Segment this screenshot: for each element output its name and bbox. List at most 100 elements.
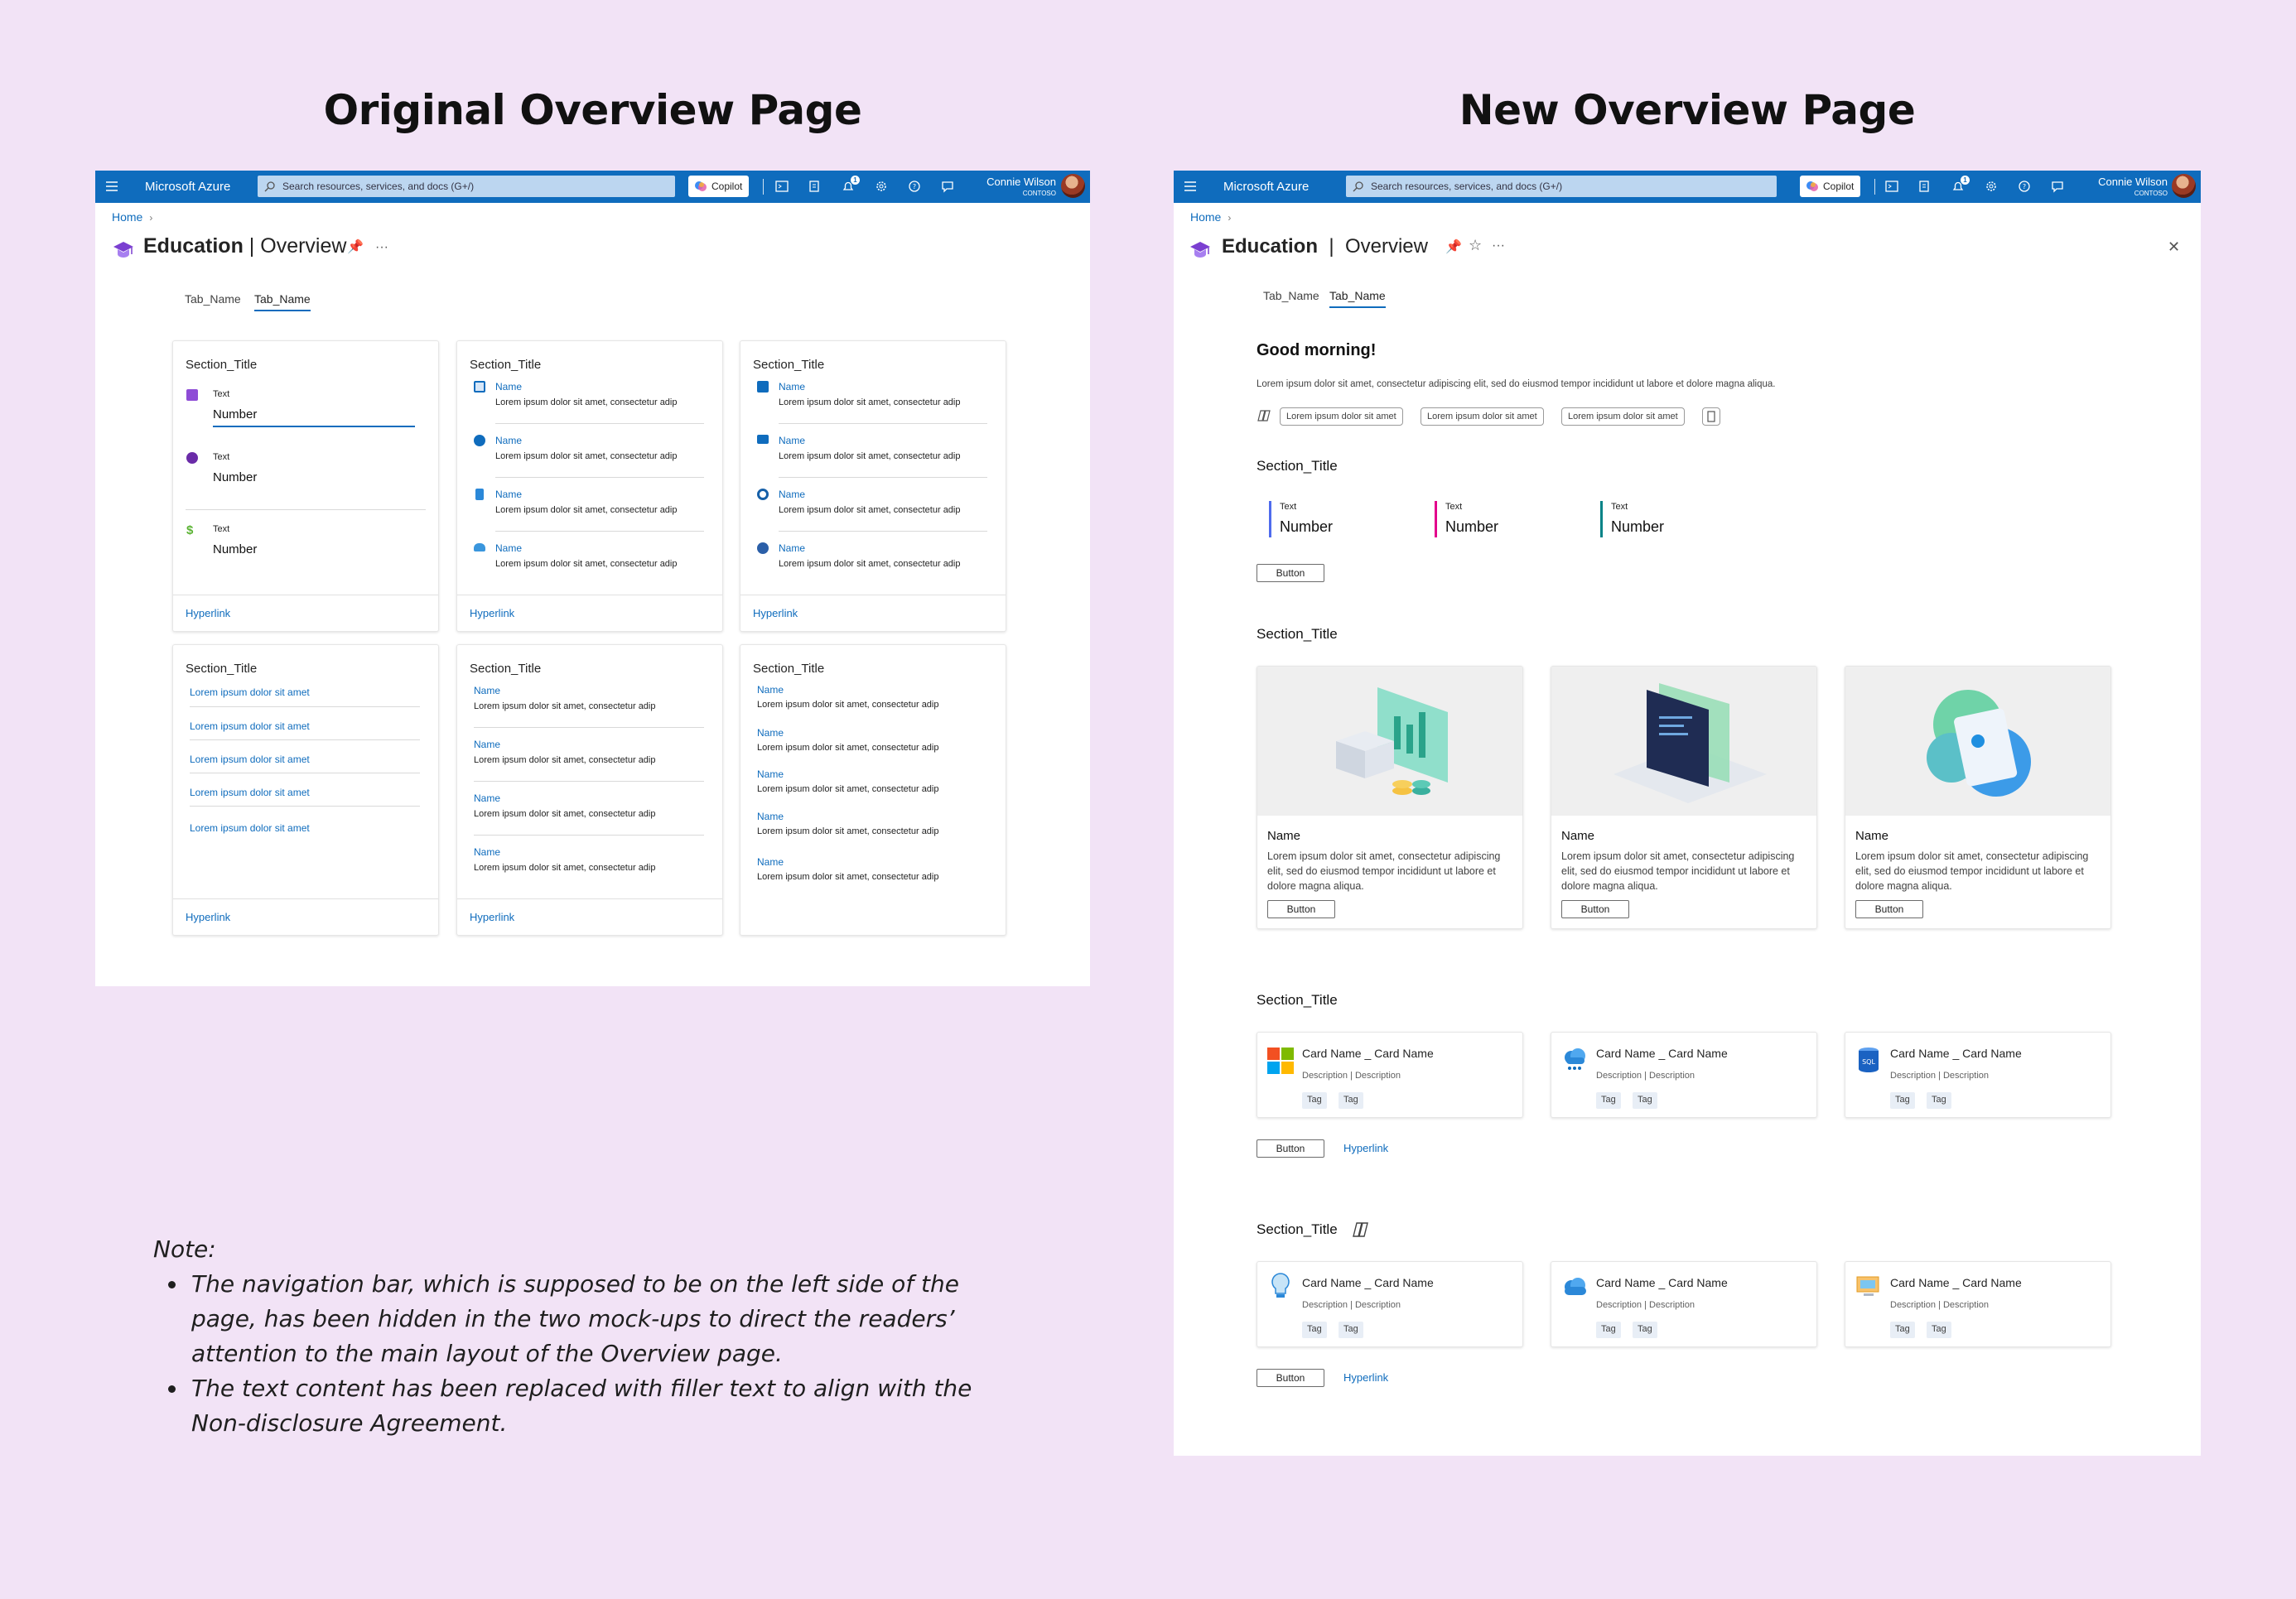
cloud-icon <box>1565 1278 1586 1295</box>
lorem-link[interactable]: Lorem ipsum dolor sit amet <box>190 787 310 798</box>
breadcrumb[interactable]: Home › <box>112 210 152 224</box>
help-icon[interactable]: ? <box>907 179 922 194</box>
item-name[interactable]: Name <box>779 381 805 393</box>
notification-badge: 1 <box>1961 176 1970 185</box>
card-hyperlink[interactable]: Hyperlink <box>753 607 798 619</box>
card-hyperlink[interactable]: Hyperlink <box>186 911 230 923</box>
divider <box>190 739 420 740</box>
star-icon[interactable]: ☆ <box>1469 237 1482 254</box>
tag: Tag <box>1302 1322 1327 1338</box>
card-name: Name <box>1855 829 1889 843</box>
tag: Tag <box>1596 1092 1621 1109</box>
card-button[interactable]: Button <box>1267 900 1335 918</box>
item-name[interactable]: Name <box>474 685 500 696</box>
prompt-chip[interactable]: Lorem ipsum dolor sit amet <box>1421 407 1544 426</box>
list-card: Section_Title Name Lorem ipsum dolor sit… <box>456 644 723 936</box>
purple-icon <box>186 389 198 401</box>
tab-1[interactable]: Tab_Name <box>1263 289 1319 302</box>
tab-1[interactable]: Tab_Name <box>185 292 241 306</box>
avatar[interactable] <box>1061 174 1085 198</box>
lorem-link[interactable]: Lorem ipsum dolor sit amet <box>190 822 310 834</box>
resource-card[interactable]: Card Name _ Card Name Description | Desc… <box>1551 1261 1817 1347</box>
section-hyperlink[interactable]: Hyperlink <box>1343 1371 1388 1384</box>
search-box[interactable]: Search resources, services, and docs (G+… <box>258 176 675 197</box>
more-icon[interactable]: ··· <box>1492 238 1505 253</box>
menu-icon[interactable] <box>1184 180 1197 193</box>
section-hyperlink[interactable]: Hyperlink <box>1343 1142 1388 1154</box>
copilot-outline-icon <box>1257 410 1271 421</box>
notifications-button[interactable]: 1 <box>1951 176 1970 194</box>
more-icon[interactable]: ··· <box>375 240 388 255</box>
card-hyperlink[interactable]: Hyperlink <box>470 607 514 619</box>
item-name[interactable]: Name <box>474 739 500 750</box>
help-icon[interactable]: ? <box>2017 179 2032 194</box>
original-heading: Original Overview Page <box>323 86 862 134</box>
item-name[interactable]: Name <box>474 846 500 858</box>
copilot-button[interactable]: Copilot <box>688 176 750 197</box>
item-name[interactable]: Name <box>757 856 784 868</box>
breadcrumb-home[interactable]: Home <box>1190 210 1221 224</box>
tab-2[interactable]: Tab_Name <box>1329 289 1386 308</box>
card-button[interactable]: Button <box>1855 900 1923 918</box>
search-box[interactable]: Search resources, services, and docs (G+… <box>1346 176 1777 197</box>
svg-text:SQL: SQL <box>1862 1058 1875 1066</box>
section-button[interactable]: Button <box>1257 1139 1324 1158</box>
item-name[interactable]: Name <box>495 435 522 446</box>
directory-icon[interactable] <box>1917 179 1932 194</box>
gear-icon[interactable] <box>1984 179 1999 194</box>
cloud-shell-icon[interactable] <box>1884 179 1899 194</box>
item-name[interactable]: Name <box>779 435 805 446</box>
resource-card[interactable]: Card Name _ Card Name Description | Desc… <box>1845 1261 2111 1347</box>
user-name[interactable]: Connie Wilson <box>957 176 1056 188</box>
item-name[interactable]: Name <box>474 792 500 804</box>
cloud-shell-icon[interactable] <box>774 179 789 194</box>
lorem-link[interactable]: Lorem ipsum dolor sit amet <box>190 754 310 765</box>
item-name[interactable]: Name <box>495 489 522 500</box>
section-title: Section_Title <box>1257 458 1338 474</box>
pin-icon[interactable]: 📌 <box>1445 238 1462 255</box>
copilot-button[interactable]: Copilot <box>1800 176 1861 197</box>
pin-icon[interactable]: 📌 <box>347 238 364 255</box>
lorem-link[interactable]: Lorem ipsum dolor sit amet <box>190 720 310 732</box>
feedback-icon[interactable] <box>940 179 955 194</box>
sql-icon: SQL <box>1859 1048 1879 1072</box>
menu-icon[interactable] <box>105 180 118 193</box>
resource-card[interactable]: Card Name _ Card Name Description | Desc… <box>1257 1261 1523 1347</box>
item-name[interactable]: Name <box>495 542 522 554</box>
brand-label[interactable]: Microsoft Azure <box>1223 180 1309 194</box>
education-icon <box>1190 242 1210 258</box>
more-prompts-button[interactable] <box>1702 407 1720 426</box>
metrics-button[interactable]: Button <box>1257 564 1324 582</box>
divider <box>495 423 704 424</box>
metrics-card: Section_Title Text Number Text Number $ … <box>172 340 439 632</box>
item-name[interactable]: Name <box>779 489 805 500</box>
directory-icon[interactable] <box>808 179 822 194</box>
user-name[interactable]: Connie Wilson <box>2068 176 2168 188</box>
section-button[interactable]: Button <box>1257 1369 1324 1387</box>
item-name[interactable]: Name <box>495 381 522 393</box>
resource-card[interactable]: Card Name _ Card Name Description | Desc… <box>1257 1032 1523 1118</box>
item-name[interactable]: Name <box>757 727 784 739</box>
item-name[interactable]: Name <box>757 811 784 822</box>
svg-text:?: ? <box>2023 183 2026 190</box>
gear-icon[interactable] <box>874 179 889 194</box>
lorem-link[interactable]: Lorem ipsum dolor sit amet <box>190 686 310 698</box>
tab-2[interactable]: Tab_Name <box>254 292 311 311</box>
item-name[interactable]: Name <box>757 684 784 696</box>
card-hyperlink[interactable]: Hyperlink <box>470 911 514 923</box>
resource-card[interactable]: SQL Card Name _ Card Name Description | … <box>1845 1032 2111 1118</box>
item-name[interactable]: Name <box>757 768 784 780</box>
resource-card[interactable]: Card Name _ Card Name Description | Desc… <box>1551 1032 1817 1118</box>
notifications-button[interactable]: 1 <box>841 176 860 194</box>
prompt-chip[interactable]: Lorem ipsum dolor sit amet <box>1561 407 1685 426</box>
item-name[interactable]: Name <box>779 542 805 554</box>
prompt-chip[interactable]: Lorem ipsum dolor sit amet <box>1280 407 1403 426</box>
breadcrumb[interactable]: Home › <box>1190 210 1231 224</box>
breadcrumb-home[interactable]: Home <box>112 210 142 224</box>
brand-label[interactable]: Microsoft Azure <box>145 180 230 194</box>
close-icon[interactable]: ✕ <box>2168 238 2180 256</box>
card-button[interactable]: Button <box>1561 900 1629 918</box>
avatar[interactable] <box>2172 174 2196 198</box>
card-hyperlink[interactable]: Hyperlink <box>186 607 230 619</box>
feedback-icon[interactable] <box>2050 179 2065 194</box>
